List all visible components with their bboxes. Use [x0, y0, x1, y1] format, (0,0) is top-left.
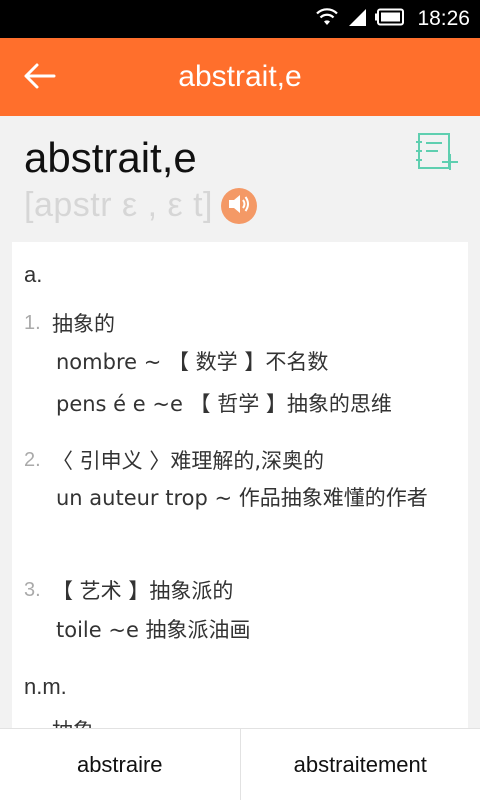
- related-word-button[interactable]: abstraitement: [239, 729, 480, 800]
- definition-panel[interactable]: a. 1. 抽象的 nombre ~ 【 数学 】不名数 pens é e ~e…: [12, 242, 468, 728]
- sense-number: 2.: [24, 449, 41, 471]
- phonetic: [apstr ε , ε t]: [24, 186, 213, 224]
- status-time: 18:26: [417, 7, 470, 30]
- example-sentence: toile ~e 抽象派油画: [56, 618, 251, 642]
- related-word-button[interactable]: abstraire: [0, 729, 240, 800]
- app-bar: abstrait,e: [0, 38, 480, 116]
- headword: abstrait,e: [24, 134, 197, 181]
- example-sentence: un auteur trop ~ 作品抽象难懂的作者: [56, 486, 428, 510]
- sense-number: 1.: [24, 312, 41, 334]
- sense-text: 〈 引申义 〉难理解的,深奥的: [52, 449, 325, 473]
- entry-header: abstrait,e [apstr ε , ε t]: [0, 116, 480, 242]
- speaker-icon: [227, 193, 251, 219]
- pronounce-button[interactable]: [220, 187, 257, 224]
- phonetic-row: [apstr ε , ε t]: [24, 186, 257, 225]
- wifi-icon: [315, 7, 339, 31]
- part-of-speech: a.: [24, 262, 43, 287]
- sense-number: 3.: [24, 579, 41, 601]
- status-icons: 18:26: [315, 0, 470, 38]
- arrow-left-icon: [23, 62, 57, 94]
- add-to-notebook-button[interactable]: [414, 132, 458, 172]
- sense-text: 【 艺术 】抽象派的: [52, 579, 234, 603]
- example-sentence: nombre ~ 【 数学 】不名数: [56, 350, 329, 374]
- back-button[interactable]: [18, 56, 62, 100]
- part-of-speech: n.m.: [24, 674, 67, 699]
- signal-icon: [347, 7, 367, 31]
- example-sentence: pens é e ~e 【 哲学 】抽象的思维: [56, 392, 392, 416]
- related-words-bar: abstraire abstraitement: [0, 728, 480, 800]
- status-bar: 18:26: [0, 0, 480, 38]
- battery-icon: [375, 8, 405, 30]
- sense-text: 抽象: [52, 715, 94, 728]
- app-title: abstrait,e: [178, 60, 302, 93]
- sense-text: 抽象的: [52, 312, 115, 336]
- add-to-notebook-icon: [414, 132, 458, 176]
